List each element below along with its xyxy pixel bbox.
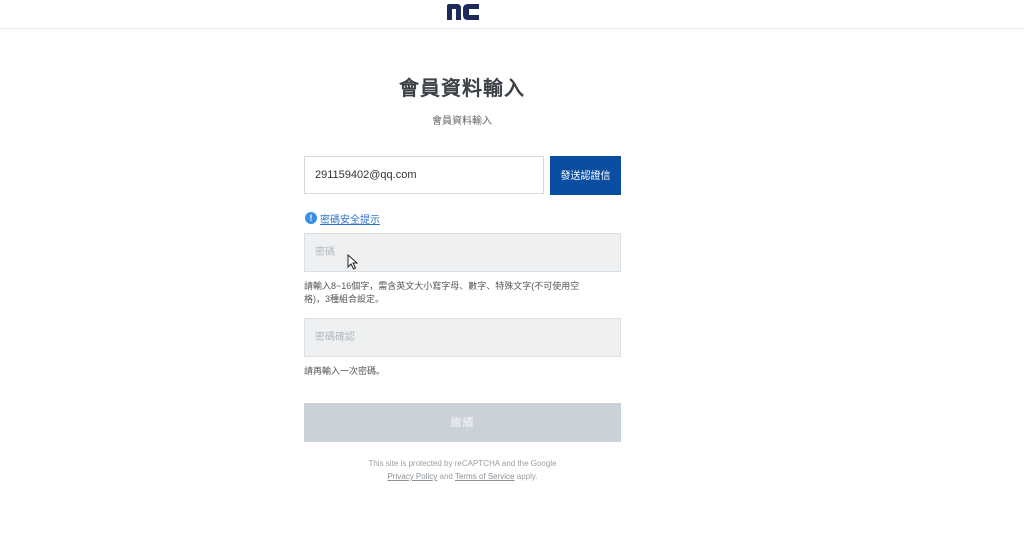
nc-logo[interactable] [446, 3, 480, 21]
recaptcha-apply: apply. [516, 472, 538, 481]
top-header [0, 0, 1024, 29]
email-field[interactable]: 291159402@qq.com [304, 156, 544, 194]
password-confirm-field[interactable]: 密碼確認 [304, 318, 621, 357]
terms-of-service-link[interactable]: Terms of Service [455, 472, 515, 481]
recaptcha-notice: This site is protected by reCAPTCHA and … [304, 457, 621, 483]
send-verification-button[interactable]: 發送認證信 [550, 156, 621, 195]
info-icon: ! [305, 212, 317, 224]
password-confirm-helper: 請再輸入一次密碼。 [304, 366, 386, 376]
password-hint-label[interactable]: 密碼安全提示 [320, 211, 380, 226]
recaptcha-line1: This site is protected by reCAPTCHA and … [368, 459, 557, 468]
password-helper-line1: 請輸入8~16個字，需含英文大小寫字母、數字、特殊文字(不可使用空 [304, 281, 580, 291]
password-helper: 請輸入8~16個字，需含英文大小寫字母、數字、特殊文字(不可使用空 格)，3種組… [304, 280, 624, 306]
privacy-policy-link[interactable]: Privacy Policy [387, 472, 437, 481]
recaptcha-and: and [439, 472, 453, 481]
mouse-cursor-icon [347, 254, 359, 270]
page-subtitle: 會員資料輸入 [432, 116, 492, 127]
password-hint-link[interactable]: ! 密碼安全提示 [305, 211, 380, 226]
continue-button[interactable]: 繼續 [304, 403, 621, 442]
page-title: 會員資料輸入 [399, 78, 525, 100]
password-helper-line2: 格)，3種組合設定。 [304, 294, 385, 304]
